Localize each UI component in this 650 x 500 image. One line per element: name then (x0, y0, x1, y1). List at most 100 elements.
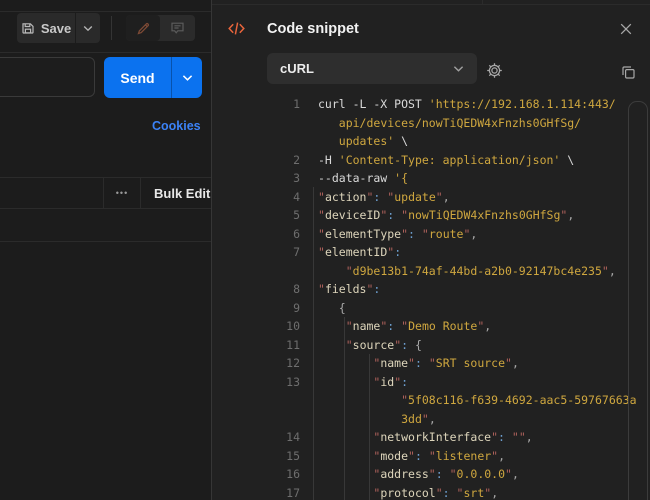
indent-guide (344, 317, 345, 500)
send-button-label: Send (120, 70, 154, 86)
code-text: "deviceID": "nowTiQEDW4xFnzhs0GHfSg", (318, 206, 574, 225)
tab-divider (482, 0, 483, 4)
save-button[interactable]: Save (17, 13, 76, 43)
code-line: 2-H 'Content-Type: application/json' \ (212, 151, 650, 170)
send-button[interactable]: Send (104, 57, 172, 98)
code-text: "protocol": "srt", (318, 484, 498, 500)
line-number: 9 (212, 299, 300, 318)
app-window: Save (0, 0, 650, 500)
chevron-down-icon (182, 74, 193, 82)
language-select[interactable]: cURL (267, 53, 477, 84)
code-line: 3 --data-raw '{ (212, 169, 650, 188)
code-line: api/devices/nowTiQEDW4xFnzhs0GHfSg/ (212, 114, 650, 133)
close-button[interactable] (612, 16, 640, 42)
panel-title: Code snippet (267, 21, 359, 37)
code-text: --data-raw '{ (318, 169, 408, 188)
floppy-disk-icon (21, 21, 35, 35)
copy-icon (620, 64, 637, 81)
line-number: 15 (212, 447, 300, 466)
params-header-spacer (0, 178, 104, 208)
code-text: "address": "0.0.0.0", (318, 465, 519, 484)
copy-button[interactable] (617, 61, 639, 83)
code-line: 11 "source": { (212, 336, 650, 355)
line-number: 11 (212, 336, 300, 355)
code-line: 7 "elementID": (212, 243, 650, 262)
send-dropdown-button[interactable] (172, 57, 202, 98)
bulk-edit-button[interactable]: Bulk Edit (141, 178, 211, 208)
code-text: api/devices/nowTiQEDW4xFnzhs0GHfSg/ (318, 114, 581, 133)
code-text: 3dd", (318, 410, 436, 429)
line-number: 1 (212, 95, 300, 114)
edit-button[interactable] (126, 15, 160, 41)
code-line: 14 "networkInterface": "", (212, 428, 650, 447)
code-text: "elementID": (318, 243, 401, 262)
code-text: { (318, 299, 346, 318)
line-number (212, 410, 300, 429)
save-dropdown-button[interactable] (76, 13, 100, 43)
params-table-header: ••• Bulk Edit (0, 177, 211, 209)
settings-button[interactable] (484, 60, 504, 80)
line-number (212, 262, 300, 281)
panel-top-divider (212, 4, 650, 5)
line-number: 4 (212, 188, 300, 207)
code-text: "source": { (318, 336, 422, 355)
line-number: 13 (212, 373, 300, 392)
code-editor[interactable]: 1 curl -L -X POST 'https://192.168.1.114:… (212, 95, 650, 500)
gear-icon (485, 61, 504, 80)
line-number: 5 (212, 206, 300, 225)
code-line: 3dd", (212, 410, 650, 429)
code-line: 16 "address": "0.0.0.0", (212, 465, 650, 484)
code-line: 1 curl -L -X POST 'https://192.168.1.114:… (212, 95, 650, 114)
code-text: "id": (318, 373, 408, 392)
code-line: 15 "mode": "listener", (212, 447, 650, 466)
code-text: "fields": (318, 280, 380, 299)
send-split-button: Send (104, 57, 202, 98)
toolbar-separator (111, 16, 112, 40)
code-line: 13 "id": (212, 373, 650, 392)
code-text: "networkInterface": "", (318, 428, 533, 447)
more-options-button[interactable]: ••• (104, 178, 141, 208)
save-split-button: Save (17, 13, 100, 43)
comment-button[interactable] (160, 15, 195, 41)
scrollbar[interactable] (628, 101, 648, 500)
code-text: -H 'Content-Type: application/json' \ (318, 151, 574, 170)
code-line: 17 "protocol": "srt", (212, 484, 650, 500)
close-icon (619, 22, 633, 36)
code-line: 4 "action": "update", (212, 188, 650, 207)
line-number: 8 (212, 280, 300, 299)
code-line: 9 { (212, 299, 650, 318)
chevron-down-icon (453, 65, 464, 73)
language-select-value: cURL (280, 61, 314, 76)
code-text: "d9be13b1-74af-44bd-a2b0-92147bc4e235", (318, 262, 616, 281)
code-line: 10 "name": "Demo Route", (212, 317, 650, 336)
tab-bar-remnant (0, 0, 211, 12)
toolbar-divider (0, 52, 211, 53)
line-number: 10 (212, 317, 300, 336)
code-text: "mode": "listener", (318, 447, 505, 466)
code-text: updates' \ (318, 132, 408, 151)
code-line: 6 "elementType": "route", (212, 225, 650, 244)
code-text: curl -L -X POST 'https://192.168.1.114:4… (318, 95, 616, 114)
code-text: "action": "update", (318, 188, 450, 207)
line-number: 14 (212, 428, 300, 447)
code-line: "d9be13b1-74af-44bd-a2b0-92147bc4e235", (212, 262, 650, 281)
code-line: 5 "deviceID": "nowTiQEDW4xFnzhs0GHfSg", (212, 206, 650, 225)
url-input[interactable] (0, 57, 95, 97)
save-button-label: Save (41, 21, 71, 36)
line-number (212, 391, 300, 410)
line-number: 7 (212, 243, 300, 262)
line-number: 17 (212, 484, 300, 500)
line-number (212, 132, 300, 151)
code-text: "elementType": "route", (318, 225, 477, 244)
code-icon (228, 21, 245, 36)
code-line: "5f08c116-f639-4692-aac5-59767663a (212, 391, 650, 410)
chevron-down-icon (83, 25, 93, 32)
code-text: "5f08c116-f639-4692-aac5-59767663a (318, 391, 637, 410)
code-line: 12 "name": "SRT source", (212, 354, 650, 373)
comment-icon (170, 21, 185, 35)
line-number: 16 (212, 465, 300, 484)
line-number: 3 (212, 169, 300, 188)
line-number: 6 (212, 225, 300, 244)
indent-guide (369, 354, 370, 500)
code-text: "name": "SRT source", (318, 354, 519, 373)
